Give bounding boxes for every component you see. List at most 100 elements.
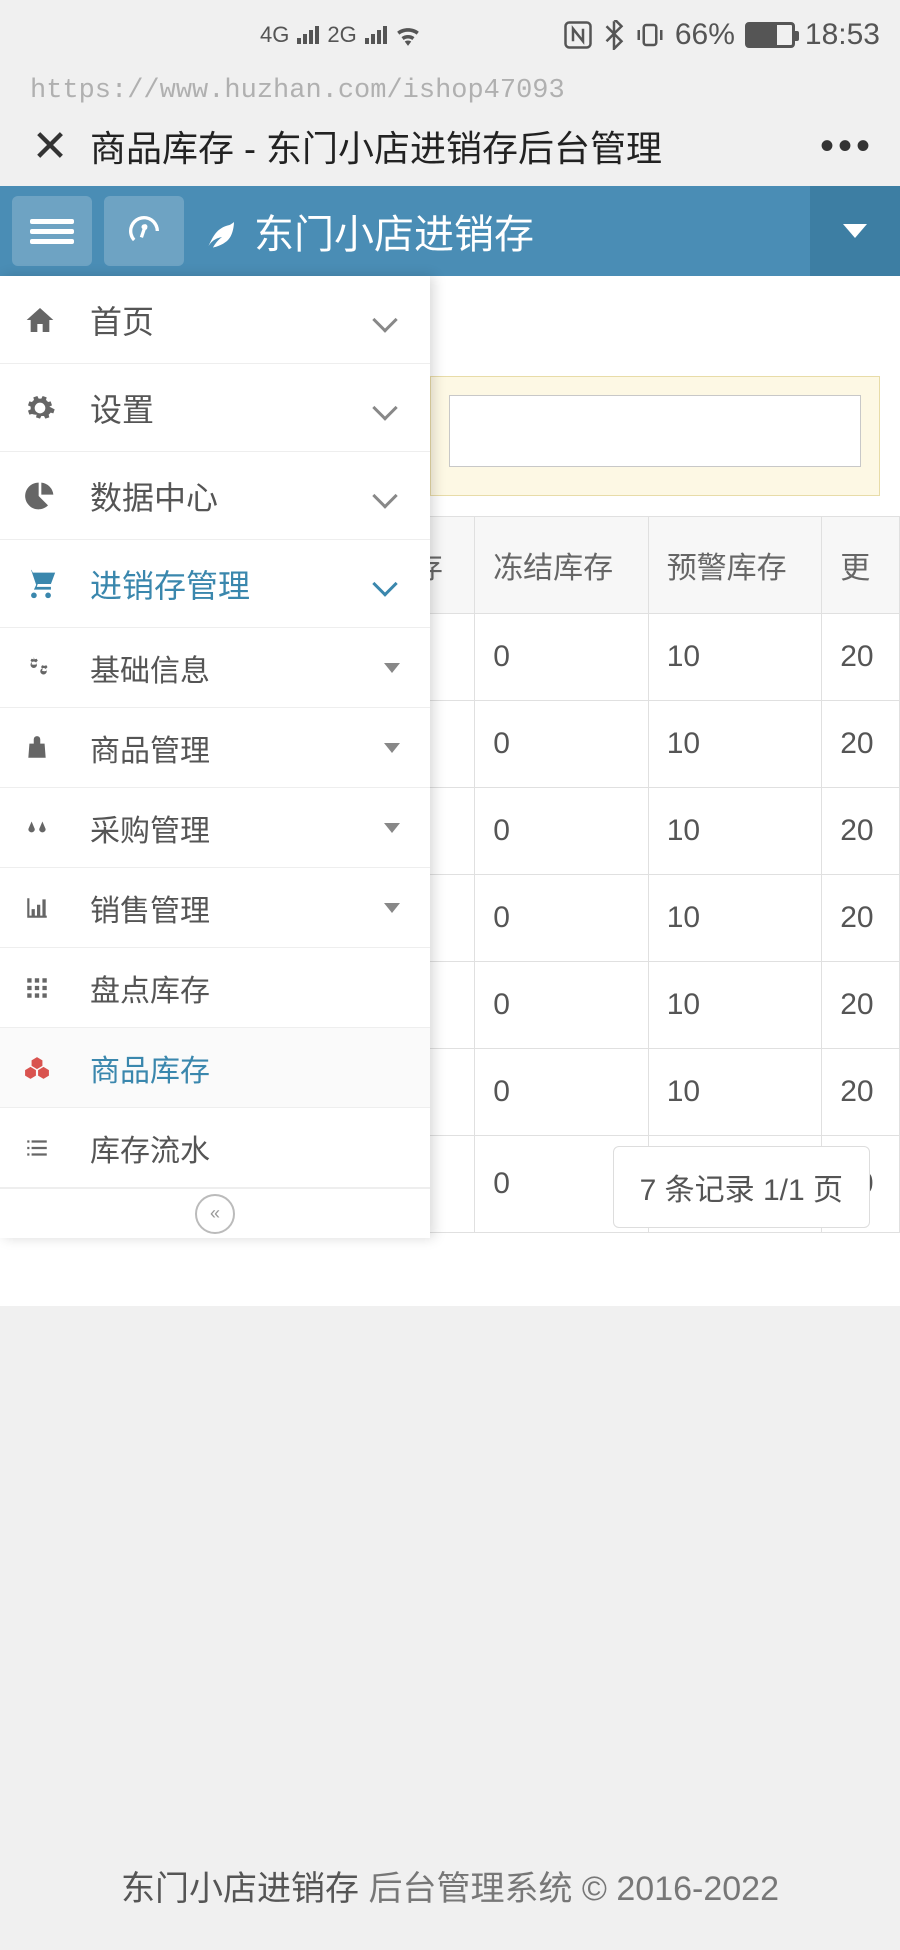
cell-frozen: 0 (475, 875, 649, 962)
cell-upd: 20 (822, 1049, 900, 1136)
signal-bars-icon (365, 26, 387, 44)
nav-label: 设置 (78, 385, 376, 431)
subnav-item-chart[interactable]: 销售管理 (0, 868, 430, 948)
subnav-item-scale[interactable]: 采购管理 (0, 788, 430, 868)
column-header[interactable]: 更 (822, 517, 900, 614)
search-input[interactable] (449, 395, 861, 467)
footer-copyright: 后台管理系统 © 2016-2022 (368, 1870, 779, 1908)
cell-warn: 10 (648, 962, 822, 1049)
signal-bars-icon (297, 26, 319, 44)
cell-upd: 20 (822, 875, 900, 962)
boxes-icon (24, 1055, 78, 1081)
cell-warn: 10 (648, 701, 822, 788)
cell-frozen: 0 (475, 1049, 649, 1136)
caret-down-icon (384, 903, 400, 913)
url-text: https://www.huzhan.com/ishop47093 (0, 70, 900, 106)
subnav-label: 库存流水 (78, 1126, 400, 1170)
cart-icon (24, 567, 78, 601)
grid-icon (24, 975, 78, 1001)
caret-down-icon (384, 663, 400, 673)
cell-upd: 20 (822, 962, 900, 1049)
header-dropdown-button[interactable] (810, 186, 900, 276)
nav-item-pie[interactable]: 数据中心 (0, 452, 430, 540)
signal-2g-label: 2G (327, 22, 356, 48)
home-icon (24, 304, 78, 336)
subnav-item-bag[interactable]: 商品管理 (0, 708, 430, 788)
chevron-down-icon (372, 395, 397, 420)
cogs-icon (24, 655, 78, 681)
leaf-icon (204, 213, 240, 249)
app-header: 东门小店进销存 (0, 186, 900, 276)
cell-frozen: 0 (475, 701, 649, 788)
chevron-down-icon (372, 571, 397, 596)
pie-icon (24, 480, 78, 512)
pagination-info[interactable]: 7 条记录 1/1 页 (613, 1146, 870, 1228)
nav-item-cart[interactable]: 进销存管理 (0, 540, 430, 628)
subnav-label: 盘点库存 (78, 966, 400, 1010)
bluetooth-icon (603, 20, 625, 50)
signal-cluster: 4G 2G (260, 22, 421, 48)
subnav-label: 销售管理 (78, 886, 384, 930)
cell-warn: 10 (648, 875, 822, 962)
content-area: 仓库商品前库存冻结库存预警库存更 01020010200102001020010… (0, 276, 900, 1306)
battery-percent: 66% (675, 18, 735, 52)
clock-time: 18:53 (805, 18, 880, 52)
chart-icon (24, 895, 78, 921)
chevron-down-icon (372, 483, 397, 508)
caret-down-icon (384, 823, 400, 833)
chevron-down-icon (372, 307, 397, 332)
subnav-label: 商品管理 (78, 726, 384, 770)
browser-header: ✕ 商品库存 - 东门小店进销存后台管理 ••• (0, 106, 900, 186)
subnav-item-grid[interactable]: 盘点库存 (0, 948, 430, 1028)
subnav-item-boxes[interactable]: 商品库存 (0, 1028, 430, 1108)
hamburger-icon (30, 214, 74, 249)
column-header[interactable]: 冻结库存 (475, 517, 649, 614)
subnav-label: 商品库存 (78, 1046, 400, 1090)
app-brand-label: 东门小店进销存 (254, 202, 534, 260)
bag-icon (24, 735, 78, 761)
chevron-left-double-icon: « (195, 1194, 235, 1234)
nav-label: 首页 (78, 297, 376, 343)
hamburger-menu-button[interactable] (12, 196, 92, 266)
battery-icon (745, 22, 795, 48)
nav-label: 数据中心 (78, 473, 376, 519)
gear-icon (24, 392, 78, 424)
app-brand[interactable]: 东门小店进销存 (204, 202, 810, 260)
subnav-item-list[interactable]: 库存流水 (0, 1108, 430, 1188)
nfc-icon (563, 20, 593, 50)
page-title: 商品库存 - 东门小店进销存后台管理 (80, 120, 820, 172)
chevron-down-icon (843, 224, 867, 238)
nav-item-home[interactable]: 首页 (0, 276, 430, 364)
cell-warn: 10 (648, 788, 822, 875)
nav-label: 进销存管理 (78, 561, 376, 607)
vibrate-icon (635, 20, 665, 50)
sidebar-menu: 首页设置数据中心进销存管理 基础信息商品管理采购管理销售管理盘点库存商品库存库存… (0, 276, 430, 1238)
subnav-label: 采购管理 (78, 806, 384, 850)
cell-frozen: 0 (475, 788, 649, 875)
list-icon (24, 1135, 78, 1161)
cell-upd: 20 (822, 788, 900, 875)
subnav-label: 基础信息 (78, 646, 384, 690)
footer: 东门小店进销存 后台管理系统 © 2016-2022 (0, 1861, 900, 1910)
search-panel (430, 376, 880, 496)
nav-item-gear[interactable]: 设置 (0, 364, 430, 452)
close-icon[interactable]: ✕ (20, 121, 80, 172)
cell-frozen: 0 (475, 614, 649, 701)
gauge-icon (124, 211, 164, 251)
footer-brand: 东门小店进销存 (121, 1870, 359, 1908)
cell-upd: 20 (822, 701, 900, 788)
wifi-icon (395, 24, 421, 46)
status-right: 66% 18:53 (563, 18, 880, 52)
cell-warn: 10 (648, 1049, 822, 1136)
column-header[interactable]: 预警库存 (648, 517, 822, 614)
more-menu-icon[interactable]: ••• (820, 124, 880, 169)
caret-down-icon (384, 743, 400, 753)
sidebar-collapse-button[interactable]: « (0, 1188, 430, 1238)
cell-frozen: 0 (475, 962, 649, 1049)
signal-4g-label: 4G (260, 22, 289, 48)
subnav-item-cogs[interactable]: 基础信息 (0, 628, 430, 708)
scale-icon (24, 815, 78, 841)
dashboard-button[interactable] (104, 196, 184, 266)
cell-upd: 20 (822, 614, 900, 701)
device-status-bar: 4G 2G 66% 18:53 (0, 0, 900, 70)
